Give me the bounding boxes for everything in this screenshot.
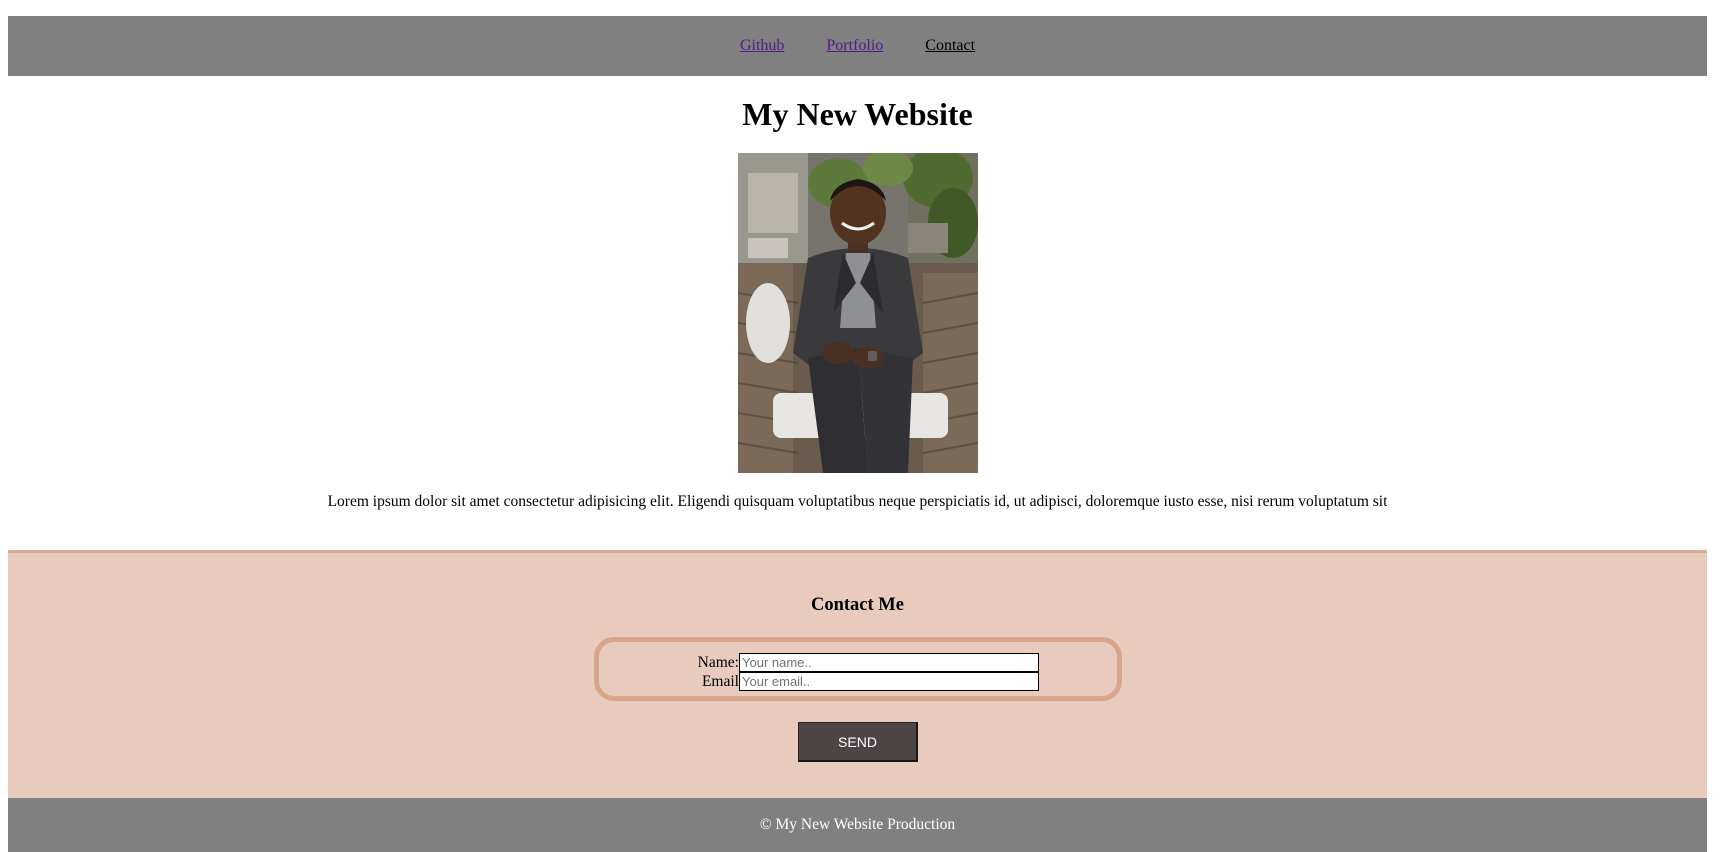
nav-link-portfolio[interactable]: Portfolio [826, 37, 883, 55]
page: Github Portfolio Contact My New Website [0, 0, 1723, 852]
contact-section: Contact Me Name: Email SEND [8, 550, 1707, 798]
profile-photo [738, 153, 978, 473]
intro-paragraph: Lorem ipsum dolor sit amet consectetur a… [327, 493, 1388, 510]
name-label: Name: [697, 653, 739, 671]
email-row: Email [639, 672, 1039, 691]
name-input[interactable] [739, 653, 1039, 672]
footer-text: © My New Website Production [759, 816, 956, 833]
page-title: My New Website [742, 96, 973, 132]
nav-link-github[interactable]: Github [740, 37, 784, 55]
email-label: Email [701, 672, 739, 690]
contact-heading: Contact Me [811, 595, 904, 615]
send-button[interactable]: SEND [798, 722, 918, 762]
top-nav: Github Portfolio Contact [8, 16, 1707, 76]
name-row: Name: [639, 653, 1039, 672]
footer: © My New Website Production [8, 798, 1707, 852]
email-input[interactable] [739, 672, 1039, 691]
nav-link-contact[interactable]: Contact [925, 37, 975, 55]
